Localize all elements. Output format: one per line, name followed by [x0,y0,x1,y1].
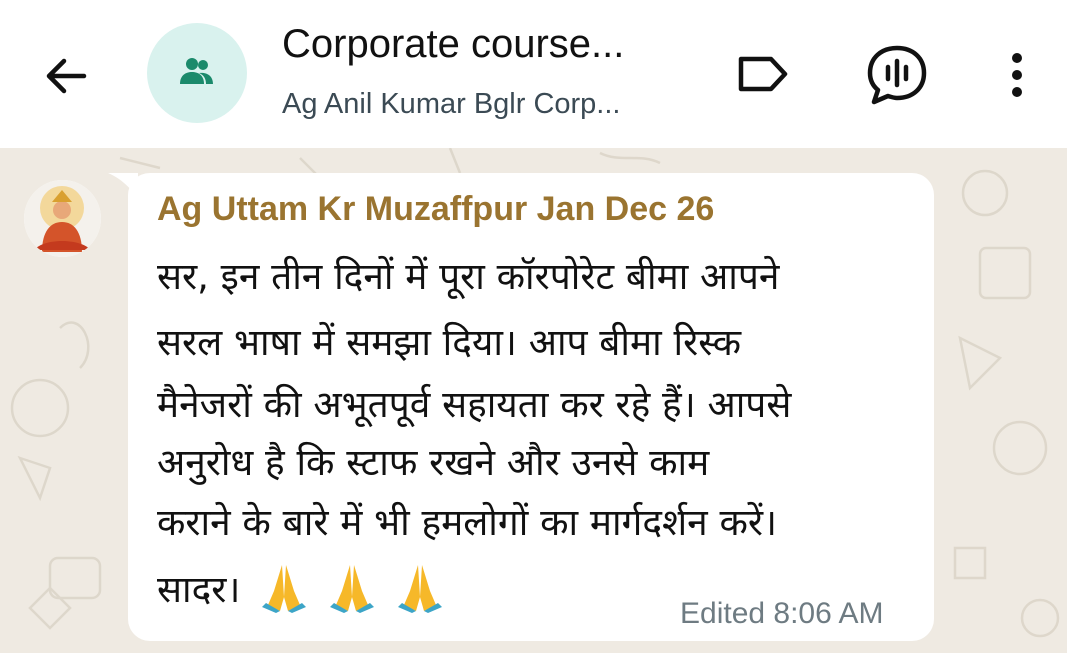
message-text-line: सर, इन तीन दिनों में पूरा कॉरपोरेट बीमा … [157,255,780,298]
message-text-line: सादर। [157,561,444,622]
folded-hands-icon [328,561,376,622]
message-text-line: मैनेजरों की अभूतपूर्व सहायता कर रहे हैं।… [157,383,792,426]
chat-title[interactable]: Corporate course... [282,22,624,67]
message-text-line: सरल भाषा में समझा दिया। आप बीमा रिस्क [157,321,742,364]
bubble-tail [108,173,138,199]
folded-hands-icon [396,561,444,622]
folded-hands-icon [260,561,308,622]
more-options-icon[interactable] [992,40,1042,110]
voice-chat-icon[interactable] [860,40,934,110]
message-meta: Edited 8:06 AM [680,597,884,630]
message-text-line: कराने के बारे में भी हमलोगों का मार्गदर्… [157,501,778,544]
label-icon[interactable] [730,44,796,104]
back-arrow-icon[interactable] [34,44,98,108]
message-text-closing: सादर। [157,568,241,611]
chat-header: Corporate course... Ag Anil Kumar Bglr C… [0,0,1067,148]
chat-subtitle[interactable]: Ag Anil Kumar Bglr Corp... [282,88,620,121]
sender-name[interactable]: Ag Uttam Kr Muzaffpur Jan Dec 26 [157,190,714,229]
group-icon [177,56,217,90]
sender-avatar[interactable] [24,180,101,257]
group-avatar[interactable] [147,23,247,123]
message-text-line: अनुरोध है कि स्टाफ रखने और उनसे काम [157,441,710,484]
